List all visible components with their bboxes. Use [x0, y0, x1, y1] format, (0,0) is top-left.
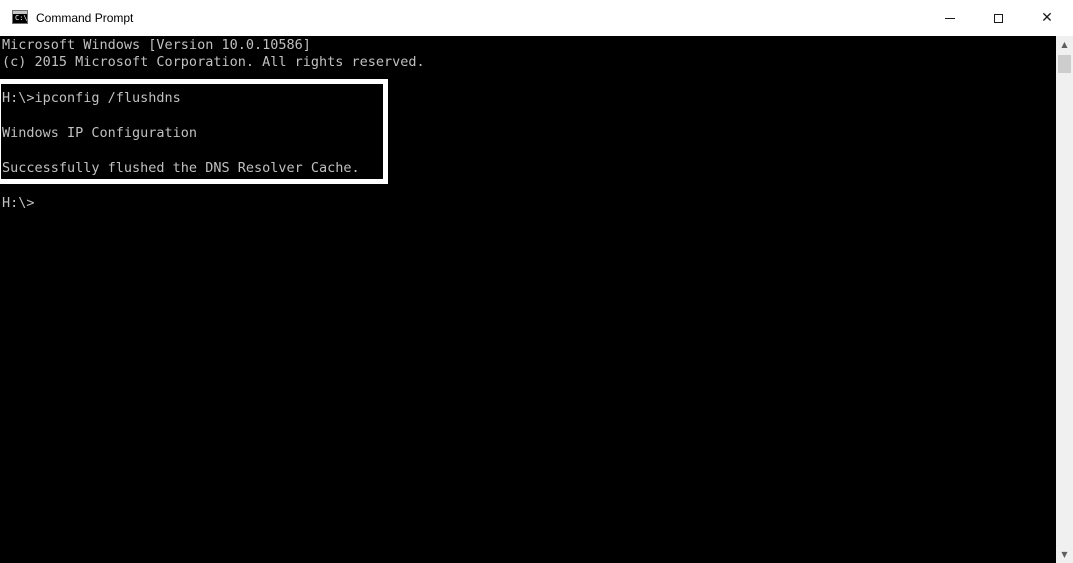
console-line-copyright: (c) 2015 Microsoft Corporation. All righ…: [2, 54, 425, 70]
chevron-up-icon: ▲: [1061, 40, 1068, 49]
close-button[interactable]: ✕: [1024, 0, 1070, 36]
console-output[interactable]: Microsoft Windows [Version 10.0.10586] (…: [0, 36, 1056, 563]
title-bar[interactable]: C:\ Command Prompt ✕: [0, 0, 1073, 36]
highlight-box: [0, 79, 388, 184]
scroll-down-button[interactable]: ▼: [1056, 546, 1073, 563]
cmd-icon-glyph: C:\: [15, 14, 28, 22]
close-icon: ✕: [1041, 10, 1053, 26]
scroll-thumb[interactable]: [1058, 55, 1071, 73]
minimize-button[interactable]: [927, 0, 973, 36]
chevron-down-icon: ▼: [1061, 550, 1068, 559]
minimize-icon: [945, 17, 955, 19]
command-prompt-window: C:\ Command Prompt ✕ Microsoft Windows […: [0, 0, 1073, 563]
cmd-icon[interactable]: C:\: [12, 10, 28, 24]
console-line-prompt: H:\>: [2, 195, 35, 211]
maximize-icon: [993, 13, 1003, 23]
console-line-version: Microsoft Windows [Version 10.0.10586]: [2, 37, 311, 53]
scroll-up-button[interactable]: ▲: [1056, 36, 1073, 53]
maximize-button[interactable]: [975, 0, 1021, 36]
window-title: Command Prompt: [36, 11, 134, 25]
vertical-scrollbar[interactable]: ▲ ▼: [1056, 36, 1073, 563]
